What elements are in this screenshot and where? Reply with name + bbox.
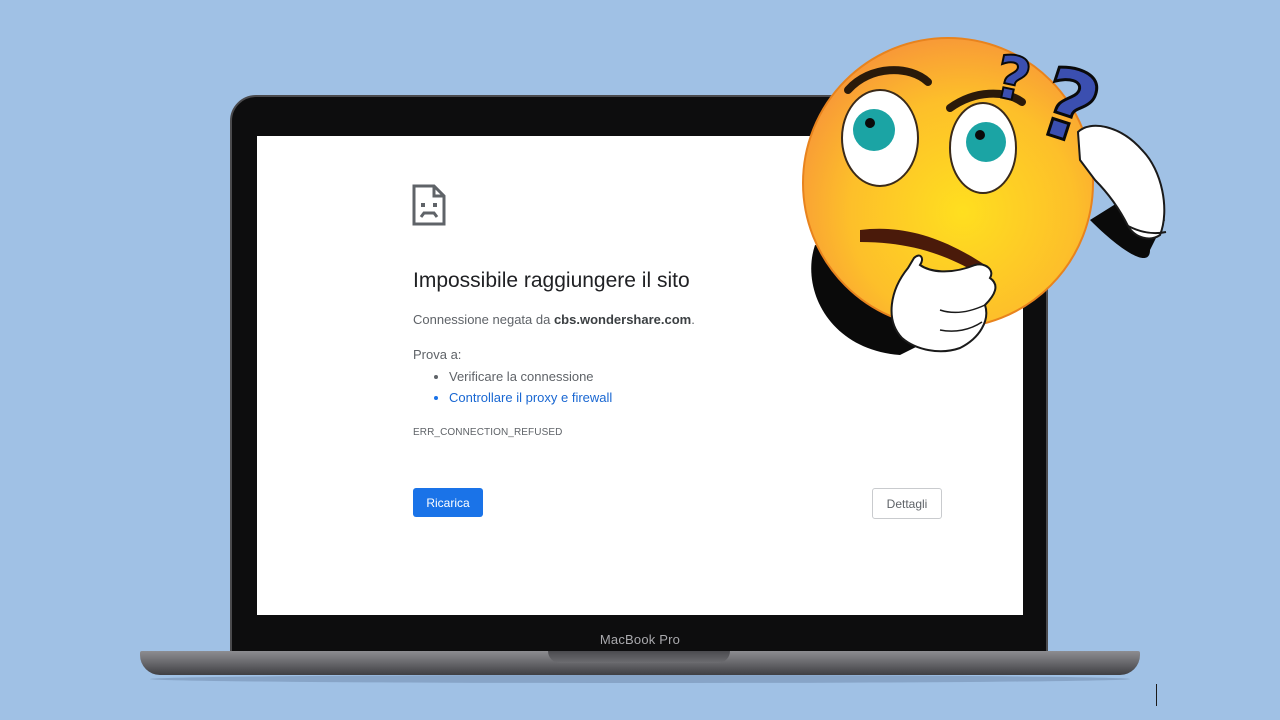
suggestion-check-proxy-firewall-link[interactable]: Controllare il proxy e firewall xyxy=(449,387,612,408)
laptop-brand-label: MacBook Pro xyxy=(599,632,681,647)
error-code: ERR_CONNECTION_REFUSED xyxy=(413,427,563,438)
error-host: cbs.wondershare.com xyxy=(553,312,692,327)
confused-thinking-emoji-icon: ? ? xyxy=(802,37,1167,355)
details-button[interactable]: Dettagli xyxy=(872,488,942,519)
laptop-shadow xyxy=(150,675,1130,683)
error-description: Connessione negata da cbs.wondershare.co… xyxy=(413,312,695,327)
suggestion-check-connection: Verificare la connessione xyxy=(449,366,612,387)
error-title: Impossibile raggiungere il sito xyxy=(413,269,690,292)
reload-button[interactable]: Ricarica xyxy=(413,488,483,517)
thumbnail-stage: Impossibile raggiungere il sito Connessi… xyxy=(0,0,1280,720)
sad-page-icon xyxy=(412,184,446,226)
error-description-suffix: . xyxy=(691,312,695,327)
laptop-hinge-notch xyxy=(548,651,730,663)
text-cursor xyxy=(1156,684,1157,706)
error-description-prefix: Connessione negata da xyxy=(413,312,554,327)
suggestions-label: Prova a: xyxy=(413,347,462,362)
suggestions-list: Verificare la connessione Controllare il… xyxy=(413,366,612,408)
